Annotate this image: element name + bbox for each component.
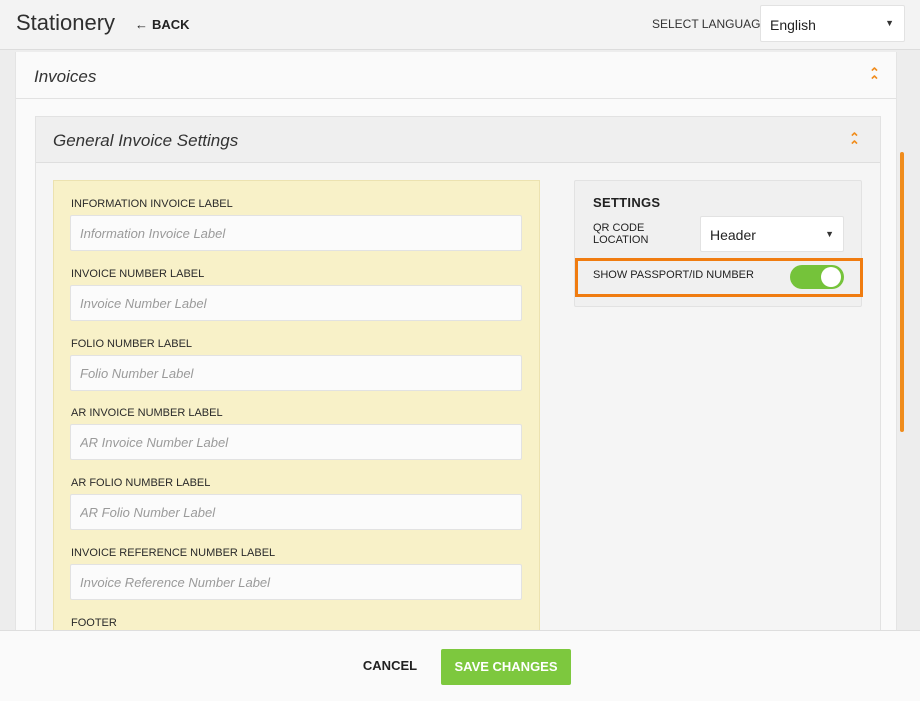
language-select[interactable]: English ▼	[760, 5, 905, 42]
ar-folio-number-label-label: AR FOLIO NUMBER LABEL	[71, 477, 211, 489]
caret-down-icon: ▼	[885, 18, 894, 28]
back-link[interactable]: ← BACK	[135, 17, 190, 32]
folio-number-label-label: FOLIO NUMBER LABEL	[71, 338, 193, 350]
page-title: Stationery	[16, 10, 116, 35]
double-chevron-up-icon[interactable]: ⌃ ⌃	[869, 66, 880, 87]
toggle-knob	[821, 267, 841, 287]
ar-invoice-number-label-label: AR INVOICE NUMBER LABEL	[71, 407, 223, 419]
information-invoice-label-label: INFORMATION INVOICE LABEL	[71, 198, 233, 210]
invoice-number-label-label: INVOICE NUMBER LABEL	[71, 268, 205, 280]
qr-label-line2: LOCATION	[593, 234, 649, 246]
invoice-number-label-input[interactable]	[70, 285, 522, 321]
save-changes-button[interactable]: SAVE CHANGES	[441, 649, 571, 685]
qr-code-location-value: Header	[710, 227, 756, 243]
scrollbar-thumb[interactable]	[900, 152, 904, 432]
general-invoice-settings-header[interactable]: General Invoice Settings ⌃ ⌃	[36, 117, 880, 163]
cancel-button[interactable]: CANCEL	[355, 651, 425, 681]
footer-label: FOOTER	[71, 617, 117, 629]
invoices-header[interactable]: Invoices ⌃ ⌃	[16, 52, 896, 99]
show-passport-id-number-label: SHOW PASSPORT/ID NUMBER	[593, 269, 754, 281]
caret-down-icon: ▼	[825, 229, 834, 239]
qr-code-location-label: QR CODE LOCATION	[593, 222, 683, 246]
general-invoice-settings-title: General Invoice Settings	[53, 131, 239, 150]
qr-code-location-select[interactable]: Header ▼	[700, 216, 844, 252]
double-chevron-up-icon[interactable]: ⌃ ⌃	[849, 131, 860, 152]
language-value: English	[770, 17, 816, 33]
back-label: BACK	[152, 17, 190, 32]
qr-label-line1: QR CODE	[593, 222, 645, 234]
settings-title: SETTINGS	[593, 195, 661, 210]
ar-invoice-number-label-input[interactable]	[70, 424, 522, 460]
show-passport-id-number-toggle[interactable]	[790, 265, 844, 289]
select-language-label: SELECT LANGUAGE	[652, 17, 769, 31]
left-arrow-icon: ←	[135, 17, 148, 32]
information-invoice-label-input[interactable]	[70, 215, 522, 251]
folio-number-label-input[interactable]	[70, 355, 522, 391]
invoice-reference-number-label-input[interactable]	[70, 564, 522, 600]
invoices-title: Invoices	[34, 67, 97, 86]
ar-folio-number-label-input[interactable]	[70, 494, 522, 530]
invoice-reference-number-label-label: INVOICE REFERENCE NUMBER LABEL	[71, 547, 276, 559]
